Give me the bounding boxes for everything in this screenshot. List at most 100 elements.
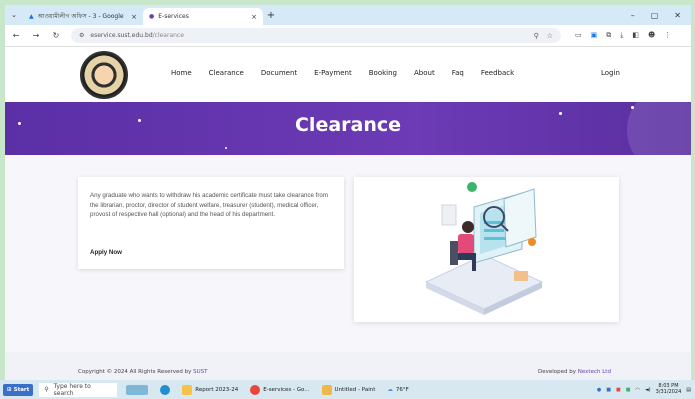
nav-document[interactable]: Document [261, 69, 297, 77]
tab-active[interactable]: ● E-services × [143, 8, 263, 25]
extension-icon[interactable]: ▣ [591, 31, 598, 40]
apply-now-link[interactable]: Apply Now [90, 248, 122, 258]
maximize-icon[interactable]: ▢ [651, 11, 659, 20]
puzzle-icon[interactable]: ⧉ [606, 31, 611, 40]
google-drive-icon: ▲ [29, 13, 34, 20]
close-icon[interactable]: × [131, 13, 137, 21]
clock[interactable]: 8:03 PM 3/31/2024 [655, 383, 682, 395]
illustration-card [354, 177, 619, 322]
weather-icon: ☁ [387, 386, 393, 393]
window-controls: – ▢ ✕ [631, 11, 691, 20]
volume-icon[interactable]: ◄) [645, 387, 651, 393]
hero-banner: Clearance [5, 102, 691, 155]
tray-icon[interactable]: ■ [606, 387, 611, 393]
windows-taskbar: ⊞ Start ⚲ Type here to search Report 202… [0, 380, 695, 399]
search-icon: ⚲ [44, 386, 49, 393]
tab-inactive[interactable]: ▲ আওয়ামীলীগ অফিস - 3 - Google × [23, 8, 143, 25]
nav-home[interactable]: Home [171, 69, 192, 77]
taskbar-app-icon[interactable] [123, 383, 151, 397]
content-section: Any graduate who wants to withdraw his a… [5, 155, 691, 352]
bookmark-star-icon[interactable]: ☆ [547, 32, 553, 40]
close-icon[interactable]: × [251, 13, 257, 21]
tray-icon[interactable]: ■ [626, 387, 631, 393]
isometric-platform [424, 254, 544, 315]
url-path: /clearance [152, 32, 184, 39]
tab-title: E-services [158, 13, 189, 20]
workstation-illustration [424, 182, 544, 315]
taskbar-item-paint[interactable]: Untitled - Paint [319, 383, 379, 397]
extensions-bar: ▭ ▣ ⧉ ⤓ ◧ ☻ ⋮ [575, 31, 671, 40]
close-window-icon[interactable]: ✕ [674, 11, 681, 20]
notification-icon[interactable]: ▤ [686, 387, 691, 393]
clearance-description: Any graduate who wants to withdraw his a… [90, 192, 328, 219]
nav-feedback[interactable]: Feedback [481, 69, 514, 77]
extension-icon[interactable]: ▭ [575, 31, 582, 40]
floating-document [441, 204, 457, 226]
system-tray: ● ■ ■ ■ ◠ ◄) 8:03 PM 3/31/2024 ▤ [597, 383, 695, 395]
site-footer: Copyright © 2024 All Rights Reserved by … [5, 352, 691, 380]
profile-avatar[interactable]: ☻ [648, 31, 655, 40]
sust-logo[interactable] [80, 51, 128, 99]
taskbar-app-icon[interactable] [157, 383, 173, 397]
start-label: Start [13, 386, 30, 393]
check-badge-icon [467, 182, 477, 192]
landscape-icon [126, 384, 149, 395]
page-title: Clearance [294, 114, 402, 136]
search-placeholder: Type here to search [53, 382, 91, 397]
nav-e-payment[interactable]: E-Payment [314, 69, 352, 77]
clock-date: 3/31/2024 [655, 388, 682, 395]
browser-tab-bar: ⌄ ▲ আওয়ামীলীগ অফিস - 3 - Google × ● E-s… [5, 5, 691, 25]
download-icon[interactable]: ⤓ [620, 31, 623, 40]
tab-search-icon[interactable]: ⌄ [5, 5, 23, 25]
forward-icon[interactable]: → [31, 31, 41, 40]
site-favicon-icon: ● [149, 13, 155, 20]
tray-icon[interactable]: ■ [616, 387, 621, 393]
weather-widget[interactable]: ☁ 76°F [384, 383, 411, 397]
start-button[interactable]: ⊞ Start [3, 383, 34, 396]
nav-faq[interactable]: Faq [452, 69, 464, 77]
login-link[interactable]: Login [601, 69, 620, 77]
developer-brand[interactable]: Nextech Ltd [578, 369, 611, 375]
orange-badge-icon [528, 238, 536, 246]
taskbar-item-label: E-services - Go... [263, 386, 310, 393]
monitor-screens [473, 188, 537, 264]
main-nav: Home Clearance Document E-Payment Bookin… [171, 69, 514, 77]
weather-temp: 76°F [395, 386, 409, 393]
new-tab-button[interactable]: + [263, 10, 279, 21]
reload-icon[interactable]: ↻ [51, 31, 61, 40]
zoom-icon[interactable]: ⚲ [534, 32, 539, 40]
copyright-brand[interactable]: SUST [193, 369, 207, 375]
paint-icon [321, 384, 332, 395]
tab-title: আওয়ামীলীগ অফিস - 3 - Google [37, 13, 124, 20]
taskbar-item-report[interactable]: Report 2023-24 [179, 383, 241, 397]
taskbar-item-label: Untitled - Paint [334, 386, 376, 393]
copyright-text: Copyright © 2024 All Rights Reserved by … [78, 369, 208, 375]
windows-logo-icon: ⊞ [7, 386, 12, 393]
web-page: Home Clearance Document E-Payment Bookin… [5, 47, 691, 380]
folder-icon [182, 384, 193, 395]
nav-booking[interactable]: Booking [369, 69, 397, 77]
nav-about[interactable]: About [414, 69, 435, 77]
taskbar-item-eservices[interactable]: E-services - Go... [247, 383, 312, 397]
tray-icon[interactable]: ● [597, 387, 601, 393]
copyright-prefix: Copyright © 2024 All Rights Reserved by [78, 369, 194, 375]
minimize-icon[interactable]: – [631, 11, 635, 20]
decorative-dot [225, 147, 227, 149]
chrome-icon [250, 384, 261, 395]
person-figure [450, 221, 476, 271]
developer-credit: Developed by Nextech Ltd [538, 369, 611, 375]
clearance-info-card: Any graduate who wants to withdraw his a… [78, 177, 344, 269]
site-header: Home Clearance Document E-Payment Bookin… [5, 47, 691, 103]
taskbar-search-input[interactable]: ⚲ Type here to search [39, 382, 118, 397]
side-panel-icon[interactable]: ◧ [632, 31, 639, 40]
address-bar: ← → ↻ ⚙ eservice.sust.edu.bd/clearance ⚲… [5, 25, 691, 47]
wifi-icon[interactable]: ◠ [635, 387, 639, 393]
menu-icon[interactable]: ⋮ [664, 31, 671, 40]
url-input[interactable]: ⚙ eservice.sust.edu.bd/clearance ⚲ ☆ [71, 28, 561, 43]
site-info-icon[interactable]: ⚙ [79, 32, 84, 39]
developer-prefix: Developed by [538, 369, 578, 375]
back-icon[interactable]: ← [11, 31, 21, 40]
decorative-dot [631, 106, 634, 109]
url-host: eservice.sust.edu.bd [90, 32, 153, 39]
nav-clearance[interactable]: Clearance [209, 69, 244, 77]
